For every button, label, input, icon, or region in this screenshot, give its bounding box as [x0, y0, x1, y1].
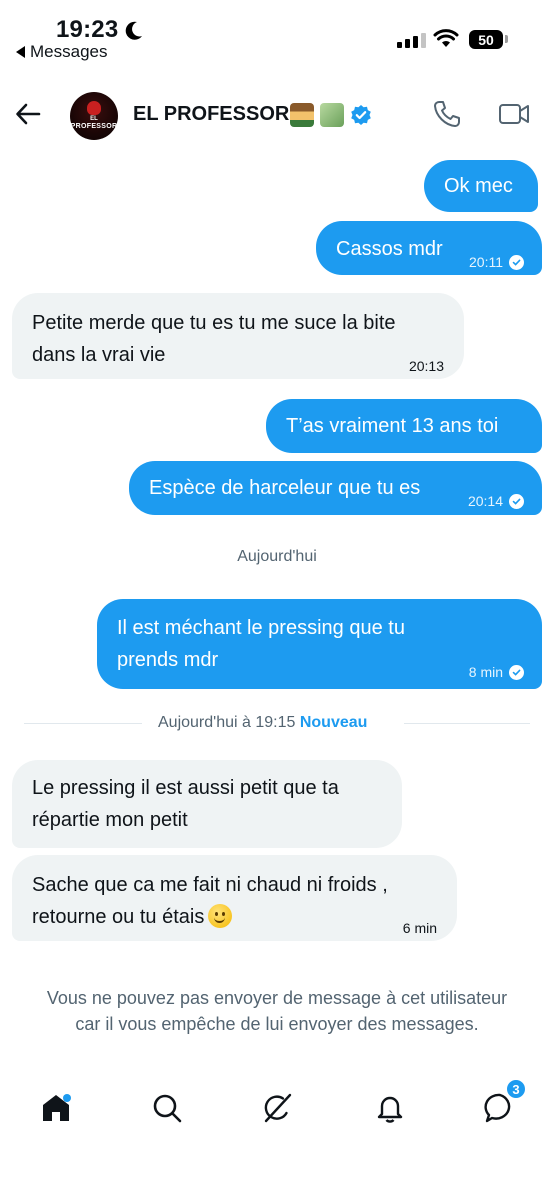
message-time: 20:14 [467, 493, 503, 509]
back-to-app-link[interactable]: Messages [16, 42, 107, 62]
message-meta: 8 min [469, 656, 524, 688]
message-text: T’as vraiment 13 ans toi [286, 415, 499, 437]
avatar-mask-graphic [87, 101, 101, 115]
battery-cap [505, 35, 508, 43]
avatar[interactable]: EL PROFESSOR [70, 92, 118, 140]
divider-line-right [404, 723, 530, 724]
message-text: Cassos mdr [336, 238, 443, 260]
contact-name[interactable]: EL PROFESSOR [133, 103, 289, 126]
message-bubble-incoming[interactable]: Petite merde que tu es tu me suce la bit… [12, 293, 464, 379]
new-badge-label: Nouveau [299, 714, 368, 731]
avatar-text-line2: PROFESSOR [70, 123, 118, 130]
message-text: Espèce de harceleur que tu es [149, 477, 421, 499]
divider-line-left [24, 723, 142, 724]
nav-search[interactable] [147, 1088, 187, 1128]
message-bubble-incoming[interactable]: Sache que ca me fait ni chaud ni froids … [12, 855, 457, 941]
back-app-label: Messages [30, 42, 108, 61]
message-bubble-outgoing[interactable]: T’as vraiment 13 ans toi [266, 399, 542, 453]
messages-badge: 3 [505, 1078, 527, 1100]
message-meta: 6 min [403, 912, 437, 944]
nav-grok[interactable] [257, 1088, 297, 1128]
message-meta: 20:11 [469, 246, 524, 278]
message-time: 6 min [402, 920, 437, 936]
message-text: Ok mec [444, 175, 513, 197]
message-text: Petite merde que tu es tu me suce la bit… [32, 312, 396, 366]
message-bubble-outgoing[interactable]: Il est méchant le pressing que tu prends… [97, 599, 542, 689]
conversation-header: EL PROFESSOR EL PROFESSOR [0, 86, 554, 146]
message-bubble-outgoing[interactable]: Espèce de harceleur que tu es 20:14 [129, 461, 542, 515]
verified-badge-icon [351, 105, 371, 125]
teacher-emoji-icon [290, 103, 314, 127]
status-time: 19:23 [56, 16, 119, 43]
message-time: 20:13 [408, 358, 444, 374]
battery-indicator: 50 [469, 30, 503, 49]
read-check-icon [509, 254, 524, 270]
message-time: 8 min [468, 664, 503, 680]
back-arrow-icon[interactable] [14, 100, 42, 128]
cellular-signal-icon [397, 32, 426, 48]
phone-call-icon[interactable] [432, 99, 462, 129]
message-bubble-incoming[interactable]: Le pressing il est aussi petit que ta ré… [12, 760, 402, 848]
grok-icon [264, 1093, 292, 1123]
message-bubble-outgoing[interactable]: Ok mec [424, 160, 538, 212]
slightly-smiling-face-icon [208, 904, 233, 928]
avatar-text-line1: EL [90, 116, 98, 122]
message-text: Il est méchant le pressing que tu prends… [117, 617, 405, 671]
new-messages-time: Aujourd'hui à 19:15 [158, 714, 296, 731]
money-wings-emoji-icon [320, 103, 344, 127]
new-messages-divider: Aujourd'hui à 19:15 Nouveau [24, 713, 530, 733]
nav-notifications[interactable] [370, 1088, 410, 1128]
message-time: 20:11 [469, 254, 503, 270]
read-check-icon [509, 493, 524, 509]
day-separator: Aujourd'hui [237, 548, 317, 565]
bottom-navigation: 3 [0, 1078, 554, 1148]
moon-icon [125, 21, 142, 40]
wifi-icon [433, 29, 459, 47]
message-meta: 20:13 [409, 350, 444, 382]
search-icon [153, 1094, 182, 1123]
blocked-notice: Vous ne pouvez pas envoyer de message à … [46, 988, 508, 1034]
status-bar: 19:23 Messages 50 [0, 0, 554, 70]
message-meta: 20:14 [468, 485, 524, 517]
message-bubble-outgoing[interactable]: Cassos mdr 20:11 [316, 221, 542, 275]
video-call-icon[interactable] [498, 101, 530, 127]
new-messages-label: Aujourd'hui à 19:15 Nouveau [150, 714, 376, 732]
notifications-icon [377, 1096, 403, 1123]
nav-home[interactable] [36, 1088, 76, 1128]
back-triangle-icon [16, 46, 25, 58]
read-check-icon [509, 664, 524, 680]
home-notification-dot [63, 1094, 71, 1102]
message-text: Le pressing il est aussi petit que ta ré… [32, 777, 339, 831]
